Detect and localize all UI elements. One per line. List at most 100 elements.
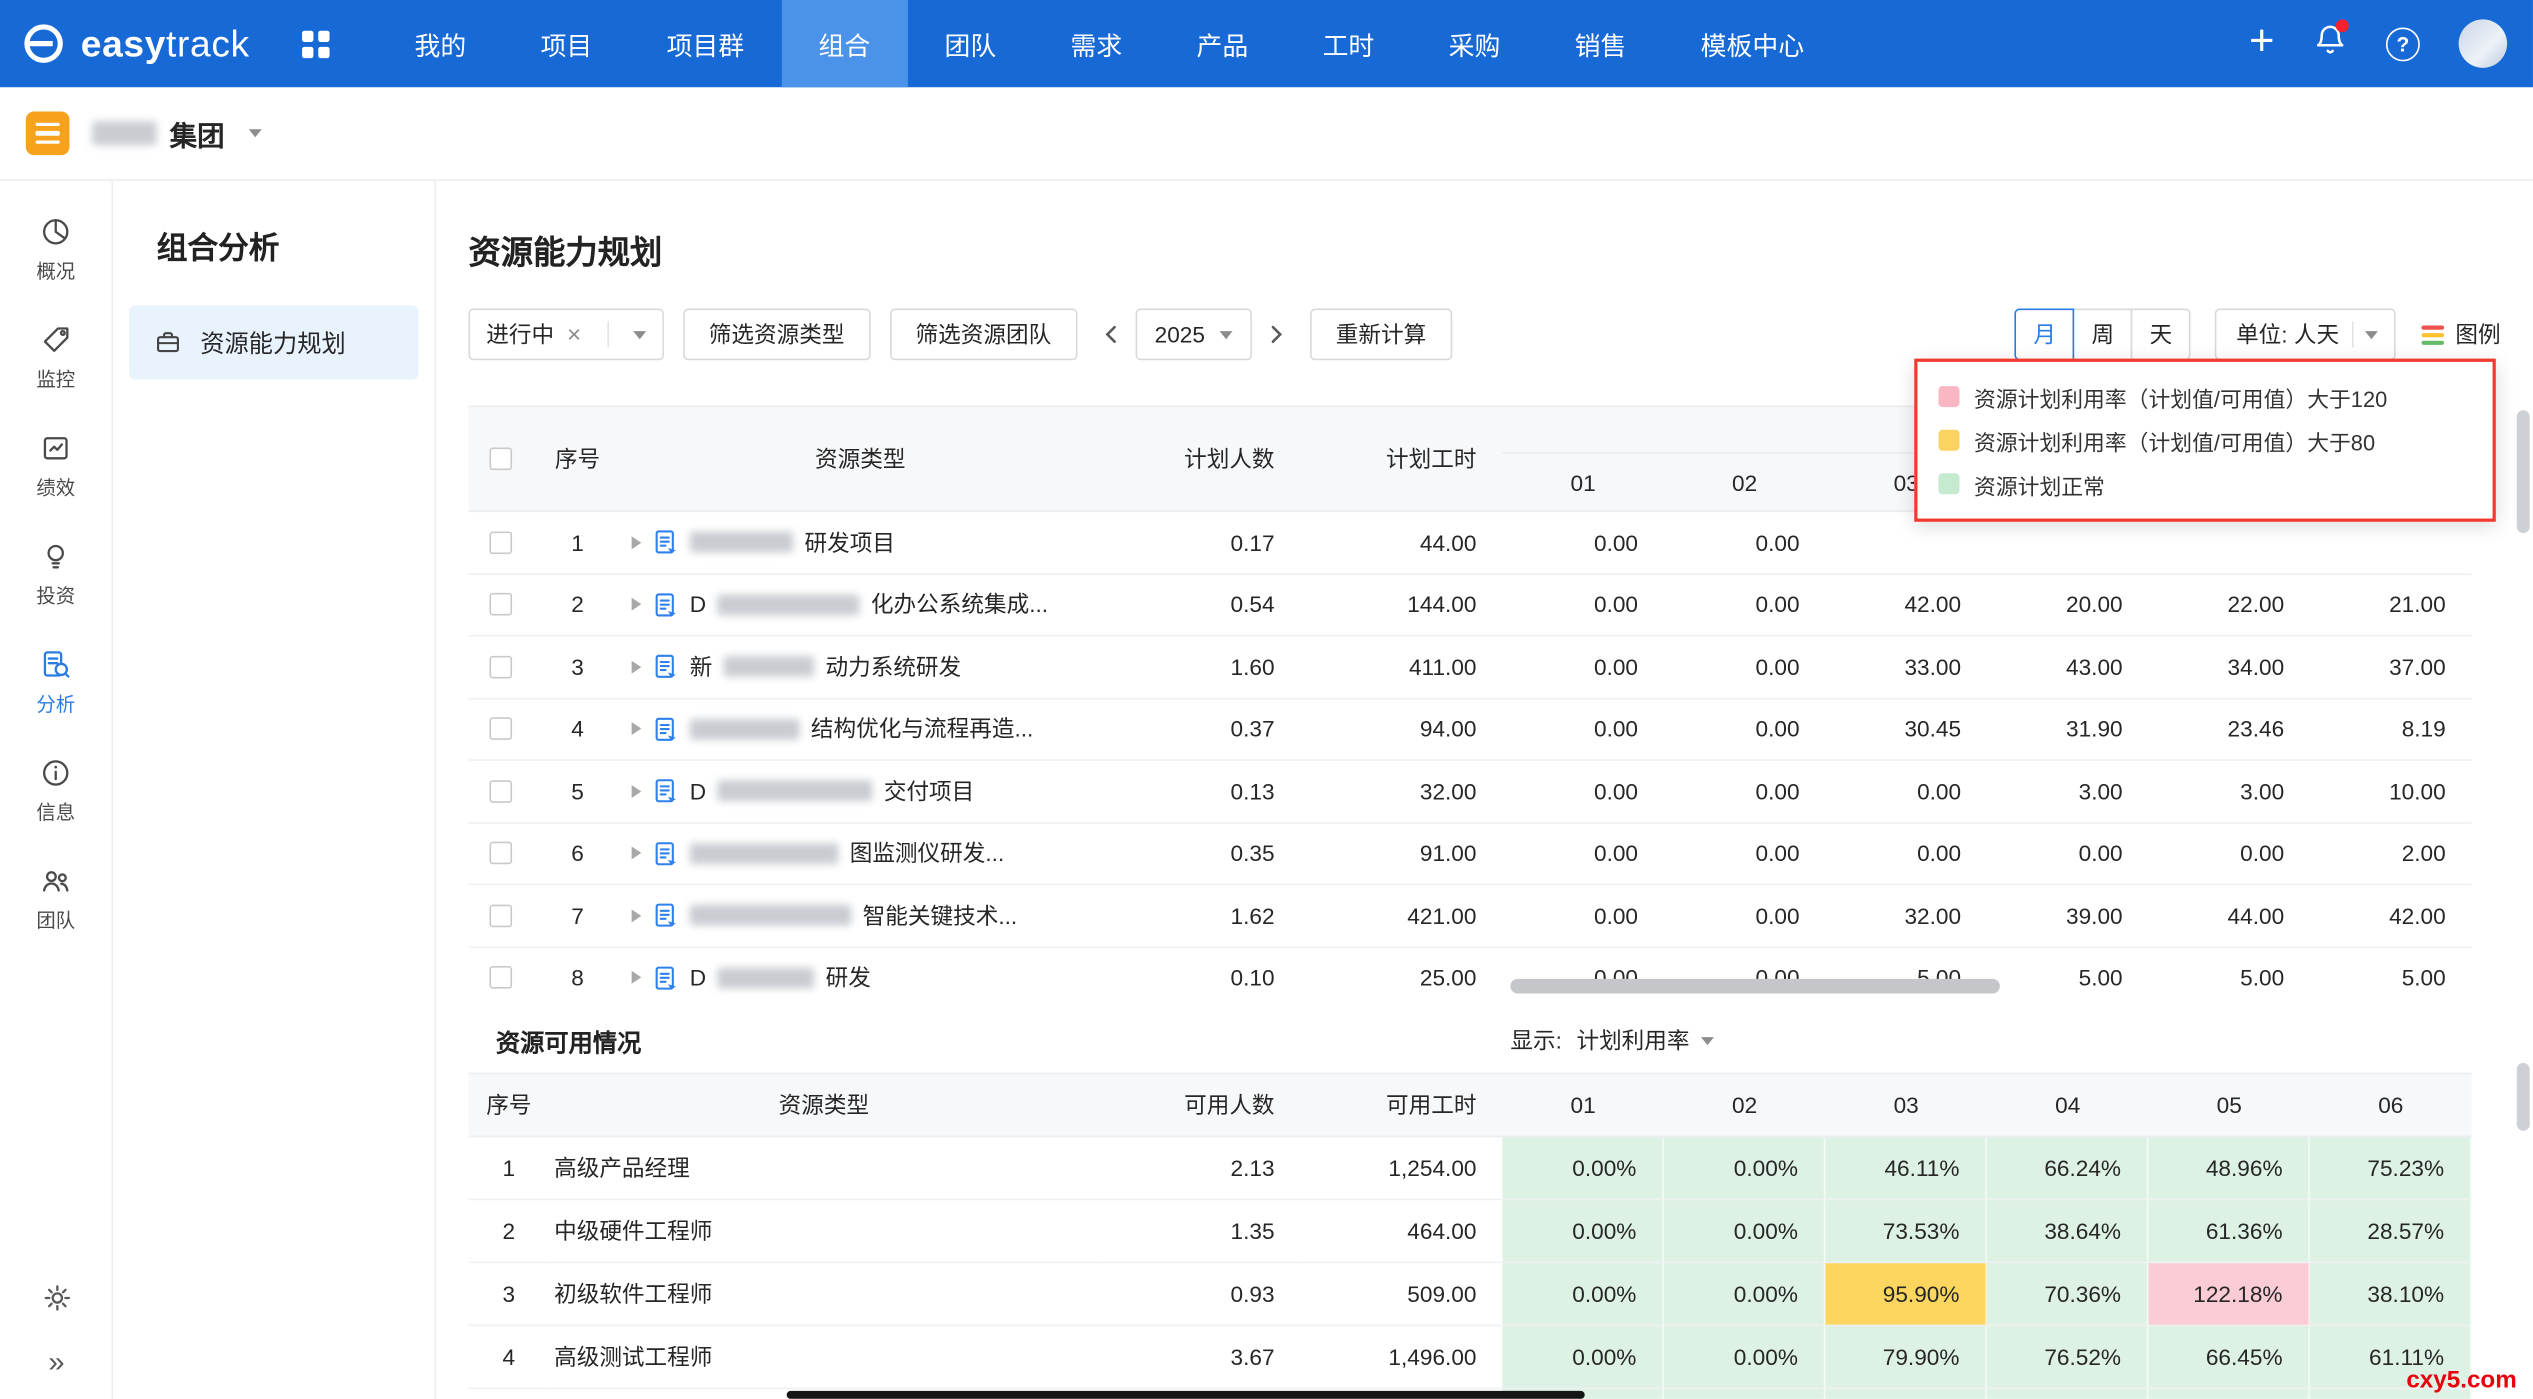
recalculate-button[interactable]: 重新计算	[1310, 309, 1452, 361]
clear-filter-icon[interactable]: ×	[567, 322, 581, 346]
nav-item[interactable]: 我的	[377, 0, 503, 87]
vertical-scrollbar[interactable]	[2517, 1063, 2530, 1131]
year-dropdown[interactable]: 2025	[1135, 309, 1252, 361]
redacted-text	[717, 594, 859, 615]
resource-name-cell[interactable]: 图监测仪研发...	[622, 823, 1099, 884]
row-seq: 8	[533, 947, 622, 1003]
resource-name-cell[interactable]: D化办公系统集成...	[622, 574, 1099, 635]
granularity-option[interactable]: 月	[2015, 309, 2075, 361]
granularity-option[interactable]: 周	[2073, 309, 2133, 361]
resource-name-cell[interactable]: D研发	[622, 947, 1099, 1003]
sidebar-item[interactable]: 概况	[0, 204, 111, 294]
expand-caret-icon[interactable]	[632, 598, 642, 611]
prev-year-icon[interactable]	[1096, 320, 1125, 349]
sidebar-item[interactable]: 投资	[0, 528, 111, 618]
row-checkbox[interactable]	[489, 531, 512, 554]
row-checkbox[interactable]	[489, 655, 512, 678]
utilization-cell: 48.96%	[2148, 1137, 2310, 1200]
legend-toggle[interactable]: 图例	[2420, 318, 2501, 350]
filter-resource-team-button[interactable]: 筛选资源团队	[890, 309, 1077, 361]
user-avatar[interactable]	[2459, 19, 2507, 67]
nav-item[interactable]: 项目	[503, 0, 629, 87]
resource-name: 智能关键技术...	[863, 899, 1018, 931]
display-mode-dropdown[interactable]: 计划利用率	[1576, 1024, 1713, 1056]
notifications-bell-icon[interactable]	[2313, 23, 2347, 65]
org-selector[interactable]: 集团	[92, 113, 262, 153]
sidebar-item[interactable]: 绩效	[0, 420, 111, 510]
redacted-text	[690, 905, 852, 926]
nav-item[interactable]: 工时	[1285, 0, 1411, 87]
settings-gear-icon[interactable]	[0, 1281, 113, 1315]
nav-item[interactable]: 团队	[907, 0, 1033, 87]
row-checkbox[interactable]	[489, 904, 512, 927]
expand-caret-icon[interactable]	[632, 722, 642, 735]
row-checkbox[interactable]	[489, 593, 512, 616]
legend-item: 资源计划利用率（计划值/可用值）大于120	[1938, 375, 2471, 419]
month-value: 43.00	[1987, 636, 2149, 697]
legend-swatch	[1938, 430, 1959, 451]
month-value: 42.00	[1825, 574, 1987, 635]
logo[interactable]: easytrack	[0, 19, 266, 67]
nav-item[interactable]: 模板中心	[1664, 0, 1842, 87]
row-checkbox[interactable]	[489, 966, 512, 989]
next-year-icon[interactable]	[1262, 320, 1291, 349]
notification-badge	[2336, 19, 2349, 32]
sidebar-item[interactable]: 监控	[0, 312, 111, 402]
month-value: 0.00	[1987, 823, 2149, 884]
month-value: 5.00	[2148, 947, 2310, 1003]
unit-select[interactable]: 单位: 人天	[2215, 309, 2396, 361]
utilization-cell: 70.36%	[1987, 1263, 2149, 1326]
analysis-icon	[39, 647, 73, 681]
available-hours: 1,496.00	[1300, 1326, 1502, 1389]
legend-item-label: 资源计划利用率（计划值/可用值）大于120	[1974, 380, 2387, 412]
sidebar-item[interactable]: 团队	[0, 853, 111, 943]
month-value: 0.00	[1502, 512, 1664, 573]
avail-table-header: 序号 资源类型 可用人数 可用工时 010203040506	[468, 1073, 2471, 1138]
plan-month-header: 02	[1664, 407, 1826, 510]
expand-caret-icon[interactable]	[632, 909, 642, 922]
help-icon[interactable]: ?	[2386, 27, 2420, 61]
expand-sidebar-icon[interactable]: »	[0, 1346, 113, 1380]
redacted-text	[717, 967, 814, 988]
vertical-scrollbar[interactable]	[2517, 410, 2530, 533]
sidebar-item[interactable]: 分析	[0, 636, 111, 726]
resource-name-cell[interactable]: 智能关键技术...	[622, 885, 1099, 946]
expand-caret-icon[interactable]	[632, 785, 642, 798]
granularity-option[interactable]: 天	[2131, 309, 2191, 361]
expand-caret-icon[interactable]	[632, 660, 642, 673]
sidebar-item[interactable]: 信息	[0, 745, 111, 835]
briefcase-icon	[153, 328, 182, 357]
add-icon[interactable]: +	[2249, 19, 2274, 63]
select-all-checkbox[interactable]	[489, 447, 512, 470]
nav-item[interactable]: 需求	[1033, 0, 1159, 87]
sidebar-item-label: 投资	[36, 581, 75, 608]
sidebar-item-label: 绩效	[36, 473, 75, 500]
row-seq: 6	[533, 823, 622, 884]
org-menu-icon[interactable]	[26, 111, 70, 155]
expand-caret-icon[interactable]	[632, 847, 642, 860]
resource-name-cell[interactable]: 研发项目	[622, 512, 1099, 573]
filter-resource-type-button[interactable]: 筛选资源类型	[683, 309, 870, 361]
month-value: 0.00	[1502, 574, 1664, 635]
expand-caret-icon[interactable]	[632, 536, 642, 549]
row-checkbox[interactable]	[489, 780, 512, 803]
expand-caret-icon[interactable]	[632, 971, 642, 984]
resource-name-cell[interactable]: D交付项目	[622, 761, 1099, 822]
nav-item[interactable]: 销售	[1537, 0, 1663, 87]
resource-name-cell[interactable]: 结构优化与流程再造...	[622, 699, 1099, 760]
horizontal-scrollbar[interactable]	[1510, 979, 1999, 994]
resource-name-cell[interactable]: 新动力系统研发	[622, 636, 1099, 697]
nav-item[interactable]: 采购	[1411, 0, 1537, 87]
planned-people: 0.10	[1098, 947, 1300, 1003]
main-nav: 我的项目项目群组合团队需求产品工时采购销售模板中心	[377, 0, 1841, 87]
status-filter-select[interactable]: 进行中 ×	[468, 309, 663, 361]
resource-name: 化办公系统集成...	[871, 588, 1048, 620]
nav-item[interactable]: 组合	[781, 0, 907, 87]
row-checkbox[interactable]	[489, 842, 512, 865]
subnav-item[interactable]: 资源能力规划	[129, 305, 418, 379]
row-checkbox[interactable]	[489, 718, 512, 741]
nav-item[interactable]: 项目群	[629, 0, 781, 87]
nav-item[interactable]: 产品	[1159, 0, 1285, 87]
sidebar-item-label: 分析	[36, 689, 75, 716]
apps-grid-icon[interactable]	[301, 30, 328, 57]
